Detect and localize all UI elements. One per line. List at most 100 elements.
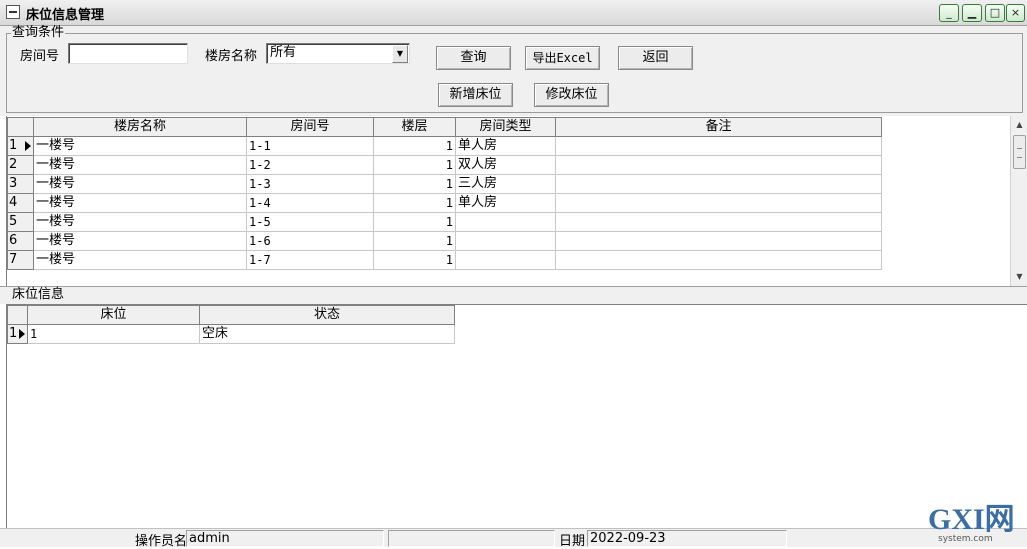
col-room-type[interactable]: 房间类型: [455, 117, 556, 137]
row-indicator[interactable]: 3: [7, 174, 34, 194]
cell-building[interactable]: 一楼号: [33, 136, 247, 156]
cell-room-type[interactable]: [455, 231, 556, 251]
watermark-text: GXI网: [928, 503, 1015, 536]
beds-grid: 床位 状态 1 1 空床: [6, 304, 1027, 528]
table-row[interactable]: 1 一楼号 1-1 1 单人房: [7, 136, 882, 156]
building-select[interactable]: 所有 ▼: [266, 43, 410, 64]
row-indicator[interactable]: 6: [7, 231, 34, 251]
row-indicator[interactable]: 5: [7, 212, 34, 232]
cell-room-type[interactable]: 单人房: [455, 193, 556, 213]
cell-building[interactable]: 一楼号: [33, 193, 247, 213]
close-button[interactable]: ×: [1006, 4, 1025, 22]
bed-section-header: 床位信息: [0, 286, 1027, 304]
cell-note[interactable]: [555, 155, 882, 175]
system-menu-icon[interactable]: [6, 5, 20, 19]
date-label: 日期: [559, 534, 586, 549]
maximize-button[interactable]: □: [985, 4, 1005, 22]
query-legend: 查询条件: [11, 25, 66, 40]
cell-room-type[interactable]: [455, 212, 556, 232]
current-row-icon: [25, 141, 31, 151]
cell-building[interactable]: 一楼号: [33, 250, 247, 270]
status-spacer: [388, 530, 555, 547]
cell-status[interactable]: 空床: [199, 324, 455, 344]
cell-room-type[interactable]: 三人房: [455, 174, 556, 194]
cell-building[interactable]: 一楼号: [33, 231, 247, 251]
edit-bed-button[interactable]: 修改床位: [534, 83, 609, 107]
table-row[interactable]: 2 一楼号 1-2 1 双人房: [7, 155, 882, 175]
scroll-up-icon[interactable]: ▲: [1011, 116, 1027, 133]
cell-note[interactable]: [555, 174, 882, 194]
row-indicator[interactable]: 1: [7, 324, 28, 344]
rooms-header-row: 楼房名称 房间号 楼层 房间类型 备注: [7, 117, 882, 137]
add-bed-button[interactable]: 新增床位: [438, 83, 513, 107]
cell-room[interactable]: 1-7: [246, 250, 374, 270]
scroll-thumb[interactable]: [1013, 135, 1026, 169]
cell-building[interactable]: 一楼号: [33, 212, 247, 232]
cell-note[interactable]: [555, 231, 882, 251]
row-indicator[interactable]: 4: [7, 193, 34, 213]
back-button[interactable]: 返回: [618, 46, 693, 70]
cell-room[interactable]: 1-2: [246, 155, 374, 175]
rooms-grid: 楼房名称 房间号 楼层 房间类型 备注 1 一楼号 1-1 1 单人房 2 一楼…: [6, 116, 1027, 286]
row-indicator[interactable]: 7: [7, 250, 34, 270]
cell-bed[interactable]: 1: [27, 324, 200, 344]
col-bed[interactable]: 床位: [27, 305, 200, 325]
search-button[interactable]: 查询: [436, 46, 511, 70]
window-title: 床位信息管理: [26, 8, 105, 23]
bed-legend: 床位信息: [11, 287, 66, 302]
cell-floor[interactable]: 1: [373, 136, 456, 156]
cell-floor[interactable]: 1: [373, 193, 456, 213]
cell-floor[interactable]: 1: [373, 231, 456, 251]
table-row[interactable]: 5 一楼号 1-5 1: [7, 212, 882, 232]
building-label: 楼房名称: [205, 49, 258, 64]
row-indicator[interactable]: 1: [7, 136, 34, 156]
header-indicator: [7, 305, 28, 325]
watermark-sub: system.com: [938, 534, 993, 544]
col-status[interactable]: 状态: [199, 305, 455, 325]
col-building[interactable]: 楼房名称: [33, 117, 247, 137]
cell-floor[interactable]: 1: [373, 212, 456, 232]
cell-room[interactable]: 1-4: [246, 193, 374, 213]
cell-note[interactable]: [555, 136, 882, 156]
cell-building[interactable]: 一楼号: [33, 155, 247, 175]
table-row[interactable]: 6 一楼号 1-6 1: [7, 231, 882, 251]
minimize-button[interactable]: _: [939, 4, 959, 22]
cell-note[interactable]: [555, 212, 882, 232]
current-row-icon: [19, 329, 25, 339]
room-input[interactable]: [68, 43, 188, 64]
building-select-value: 所有: [270, 45, 297, 60]
query-panel: 查询条件 房间号 楼房名称 所有 ▼ 查询 导出Excel 返回 新增床位 修改…: [0, 26, 1027, 116]
cell-room-type[interactable]: 单人房: [455, 136, 556, 156]
cell-room[interactable]: 1-3: [246, 174, 374, 194]
col-note[interactable]: 备注: [555, 117, 882, 137]
operator-label: 操作员名: [135, 534, 188, 549]
col-room[interactable]: 房间号: [246, 117, 374, 137]
minimize-icon: ▁: [967, 6, 977, 19]
cell-room[interactable]: 1-1: [246, 136, 374, 156]
beds-table: 床位 状态 1 1 空床: [7, 305, 455, 344]
cell-floor[interactable]: 1: [373, 250, 456, 270]
rooms-vertical-scrollbar[interactable]: ▲ ▼: [1010, 116, 1027, 286]
title-bar: 床位信息管理 _ ▁ □ ×: [0, 0, 1027, 26]
table-row[interactable]: 7 一楼号 1-7 1: [7, 250, 882, 270]
cell-room-type[interactable]: [455, 250, 556, 270]
table-row[interactable]: 3 一楼号 1-3 1 三人房: [7, 174, 882, 194]
beds-header-row: 床位 状态: [7, 305, 455, 325]
col-floor[interactable]: 楼层: [373, 117, 456, 137]
table-row[interactable]: 1 1 空床: [7, 324, 455, 344]
cell-floor[interactable]: 1: [373, 174, 456, 194]
watermark-logo: GXI网 system.com: [928, 505, 1023, 545]
table-row[interactable]: 4 一楼号 1-4 1 单人房: [7, 193, 882, 213]
row-indicator[interactable]: 2: [7, 155, 34, 175]
chevron-down-icon[interactable]: ▼: [392, 45, 408, 63]
cell-note[interactable]: [555, 250, 882, 270]
cell-floor[interactable]: 1: [373, 155, 456, 175]
cell-room[interactable]: 1-6: [246, 231, 374, 251]
cell-building[interactable]: 一楼号: [33, 174, 247, 194]
cell-note[interactable]: [555, 193, 882, 213]
scroll-down-icon[interactable]: ▼: [1011, 268, 1027, 285]
cell-room-type[interactable]: 双人房: [455, 155, 556, 175]
restore-button[interactable]: ▁: [962, 4, 982, 22]
cell-room[interactable]: 1-5: [246, 212, 374, 232]
export-excel-button[interactable]: 导出Excel: [525, 46, 600, 70]
